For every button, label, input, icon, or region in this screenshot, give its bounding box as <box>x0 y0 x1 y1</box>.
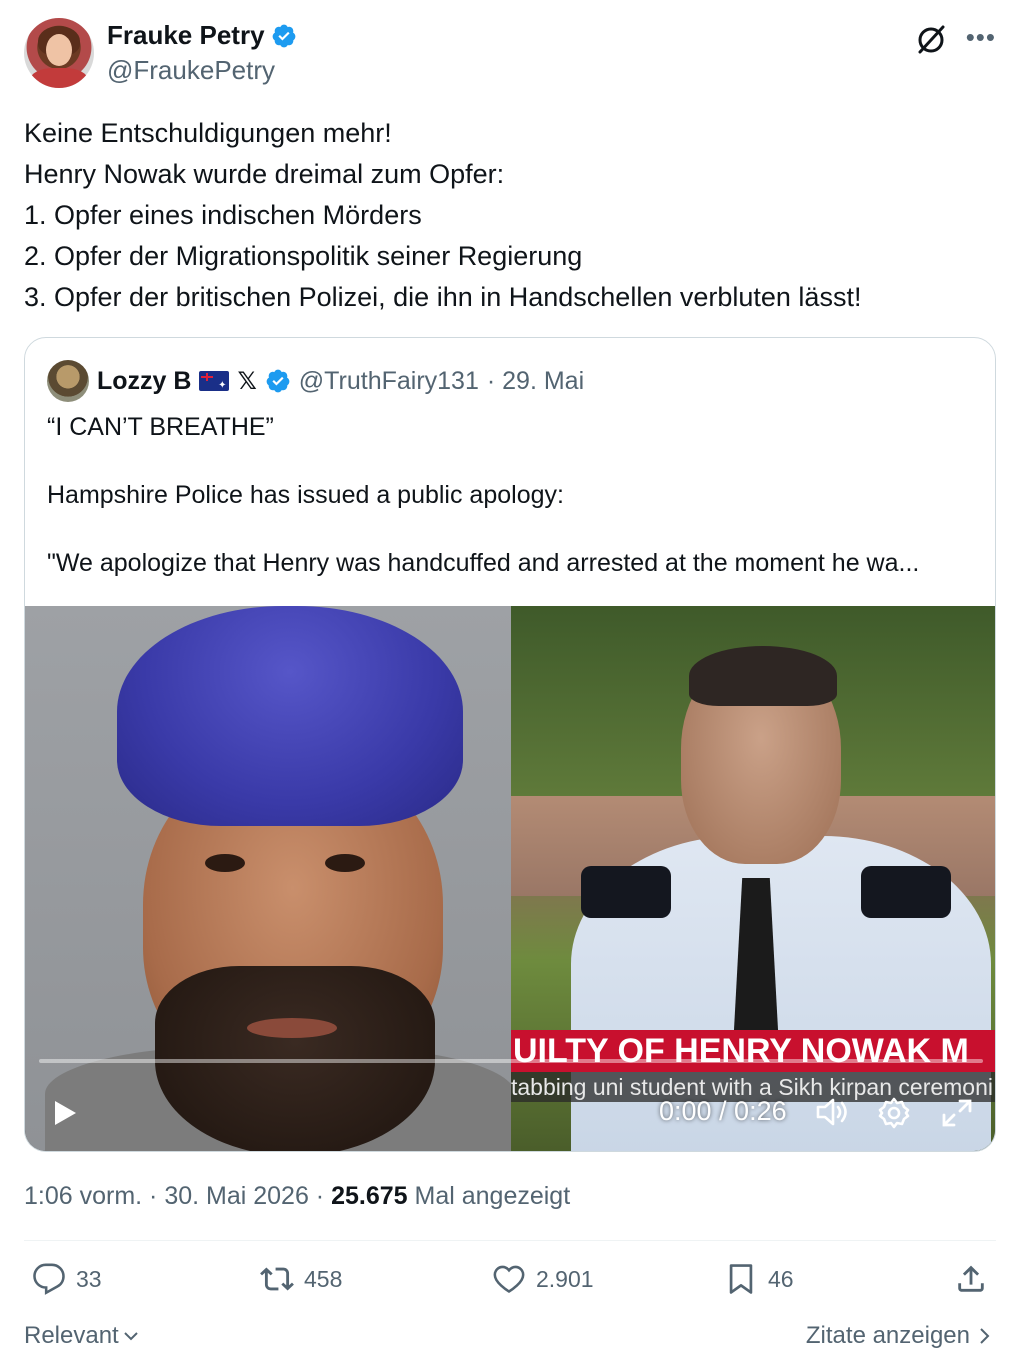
quoted-paragraph: Hampshire Police has issued a public apo… <box>47 481 564 509</box>
action-bar: 33 458 2.901 46 <box>24 1262 996 1306</box>
grok-icon[interactable] <box>914 22 948 56</box>
view-quotes-link[interactable]: Zitate anzeigen <box>806 1322 992 1350</box>
author-handle[interactable]: @FraukePetry <box>107 55 297 86</box>
repost-button[interactable]: 458 <box>260 1262 342 1296</box>
settings-gear-icon[interactable] <box>877 1096 911 1130</box>
bookmark-icon <box>729 1264 753 1294</box>
tweet-line: 3. Opfer der britischen Polizei, die ihn… <box>24 282 862 312</box>
video-progress-bar[interactable] <box>39 1059 983 1063</box>
reply-button[interactable]: 33 <box>32 1262 102 1296</box>
news-video-frame: UILTY OF HENRY NOWAK M tabbing uni stude… <box>511 606 995 1151</box>
reply-count: 33 <box>76 1265 102 1292</box>
repost-count: 458 <box>304 1265 343 1292</box>
australia-flag-icon <box>199 371 230 391</box>
heart-icon <box>493 1265 525 1293</box>
view-count-label: Mal angezeigt <box>407 1182 571 1210</box>
bookmark-count: 46 <box>768 1265 794 1292</box>
like-count: 2.901 <box>536 1265 594 1292</box>
sort-label: Relevant <box>24 1322 119 1349</box>
tweet-header: Frauke Petry @FraukePetry ••• <box>24 18 996 90</box>
author-name-row[interactable]: Frauke Petry <box>107 20 297 51</box>
reply-icon <box>33 1263 65 1295</box>
quoted-paragraph: “I CAN’T BREATHE” <box>47 413 274 441</box>
video-time: 0:00 / 0:26 <box>659 1096 787 1126</box>
news-ticker: UILTY OF HENRY NOWAK M <box>511 1030 995 1072</box>
quoted-tweet-text: “I CAN’T BREATHE” Hampshire Police has i… <box>47 410 977 614</box>
bookmark-button[interactable]: 46 <box>724 1262 794 1296</box>
tweet-line: Keine Entschuldigungen mehr! <box>24 118 392 148</box>
video-player[interactable]: UILTY OF HENRY NOWAK M tabbing uni stude… <box>25 606 995 1151</box>
repost-icon <box>260 1267 294 1291</box>
author-info: Frauke Petry @FraukePetry <box>107 20 297 86</box>
quoted-paragraph: "We apologize that Henry was handcuffed … <box>47 549 920 577</box>
x-logo-icon: 𝕏 <box>237 367 257 395</box>
volume-icon[interactable] <box>815 1096 851 1128</box>
author-avatar[interactable] <box>24 18 94 88</box>
verified-badge-icon <box>272 24 295 47</box>
author-name[interactable]: Frauke Petry <box>107 20 265 51</box>
view-count: 25.675 <box>331 1182 408 1210</box>
like-button[interactable]: 2.901 <box>492 1262 594 1296</box>
replies-footer: Relevant Zitate anzeigen <box>24 1322 996 1356</box>
tweet-line: 1. Opfer eines indischen Mörders <box>24 200 422 230</box>
share-icon <box>958 1265 984 1292</box>
tweet-meta: 1:06 vorm. · 30. Mai 2026 · 25.675 Mal a… <box>24 1182 570 1211</box>
quoted-tweet-header: Lozzy B 𝕏 @TruthFairy131 · 29. Mai <box>47 360 584 402</box>
quoted-tweet[interactable]: Lozzy B 𝕏 @TruthFairy131 · 29. Mai “I CA… <box>24 337 996 1152</box>
share-button[interactable] <box>954 1262 988 1296</box>
divider <box>24 1240 996 1241</box>
quoted-author-name: Lozzy B <box>97 366 192 395</box>
quoted-author-handle: @TruthFairy131 <box>298 366 479 395</box>
sort-dropdown[interactable]: Relevant <box>24 1322 141 1350</box>
fullscreen-icon[interactable] <box>941 1098 973 1128</box>
quoted-tweet-date: · 29. Mai <box>486 366 585 395</box>
tweet-timestamp[interactable]: 1:06 vorm. · 30. Mai 2026 · <box>24 1182 331 1210</box>
tweet-text: Keine Entschuldigungen mehr! Henry Nowak… <box>24 113 994 318</box>
chevron-right-icon <box>980 1328 990 1344</box>
quoted-author-avatar <box>47 360 89 402</box>
play-icon[interactable] <box>51 1098 79 1128</box>
mugshot-image <box>25 606 515 1151</box>
more-options-icon[interactable]: ••• <box>966 24 996 50</box>
chevron-down-icon <box>124 1332 138 1341</box>
verified-badge-icon <box>266 369 290 393</box>
tweet-line: Henry Nowak wurde dreimal zum Opfer: <box>24 159 505 189</box>
quotes-label: Zitate anzeigen <box>805 1322 970 1349</box>
tweet-line: 2. Opfer der Migrationspolitik seiner Re… <box>24 241 583 271</box>
